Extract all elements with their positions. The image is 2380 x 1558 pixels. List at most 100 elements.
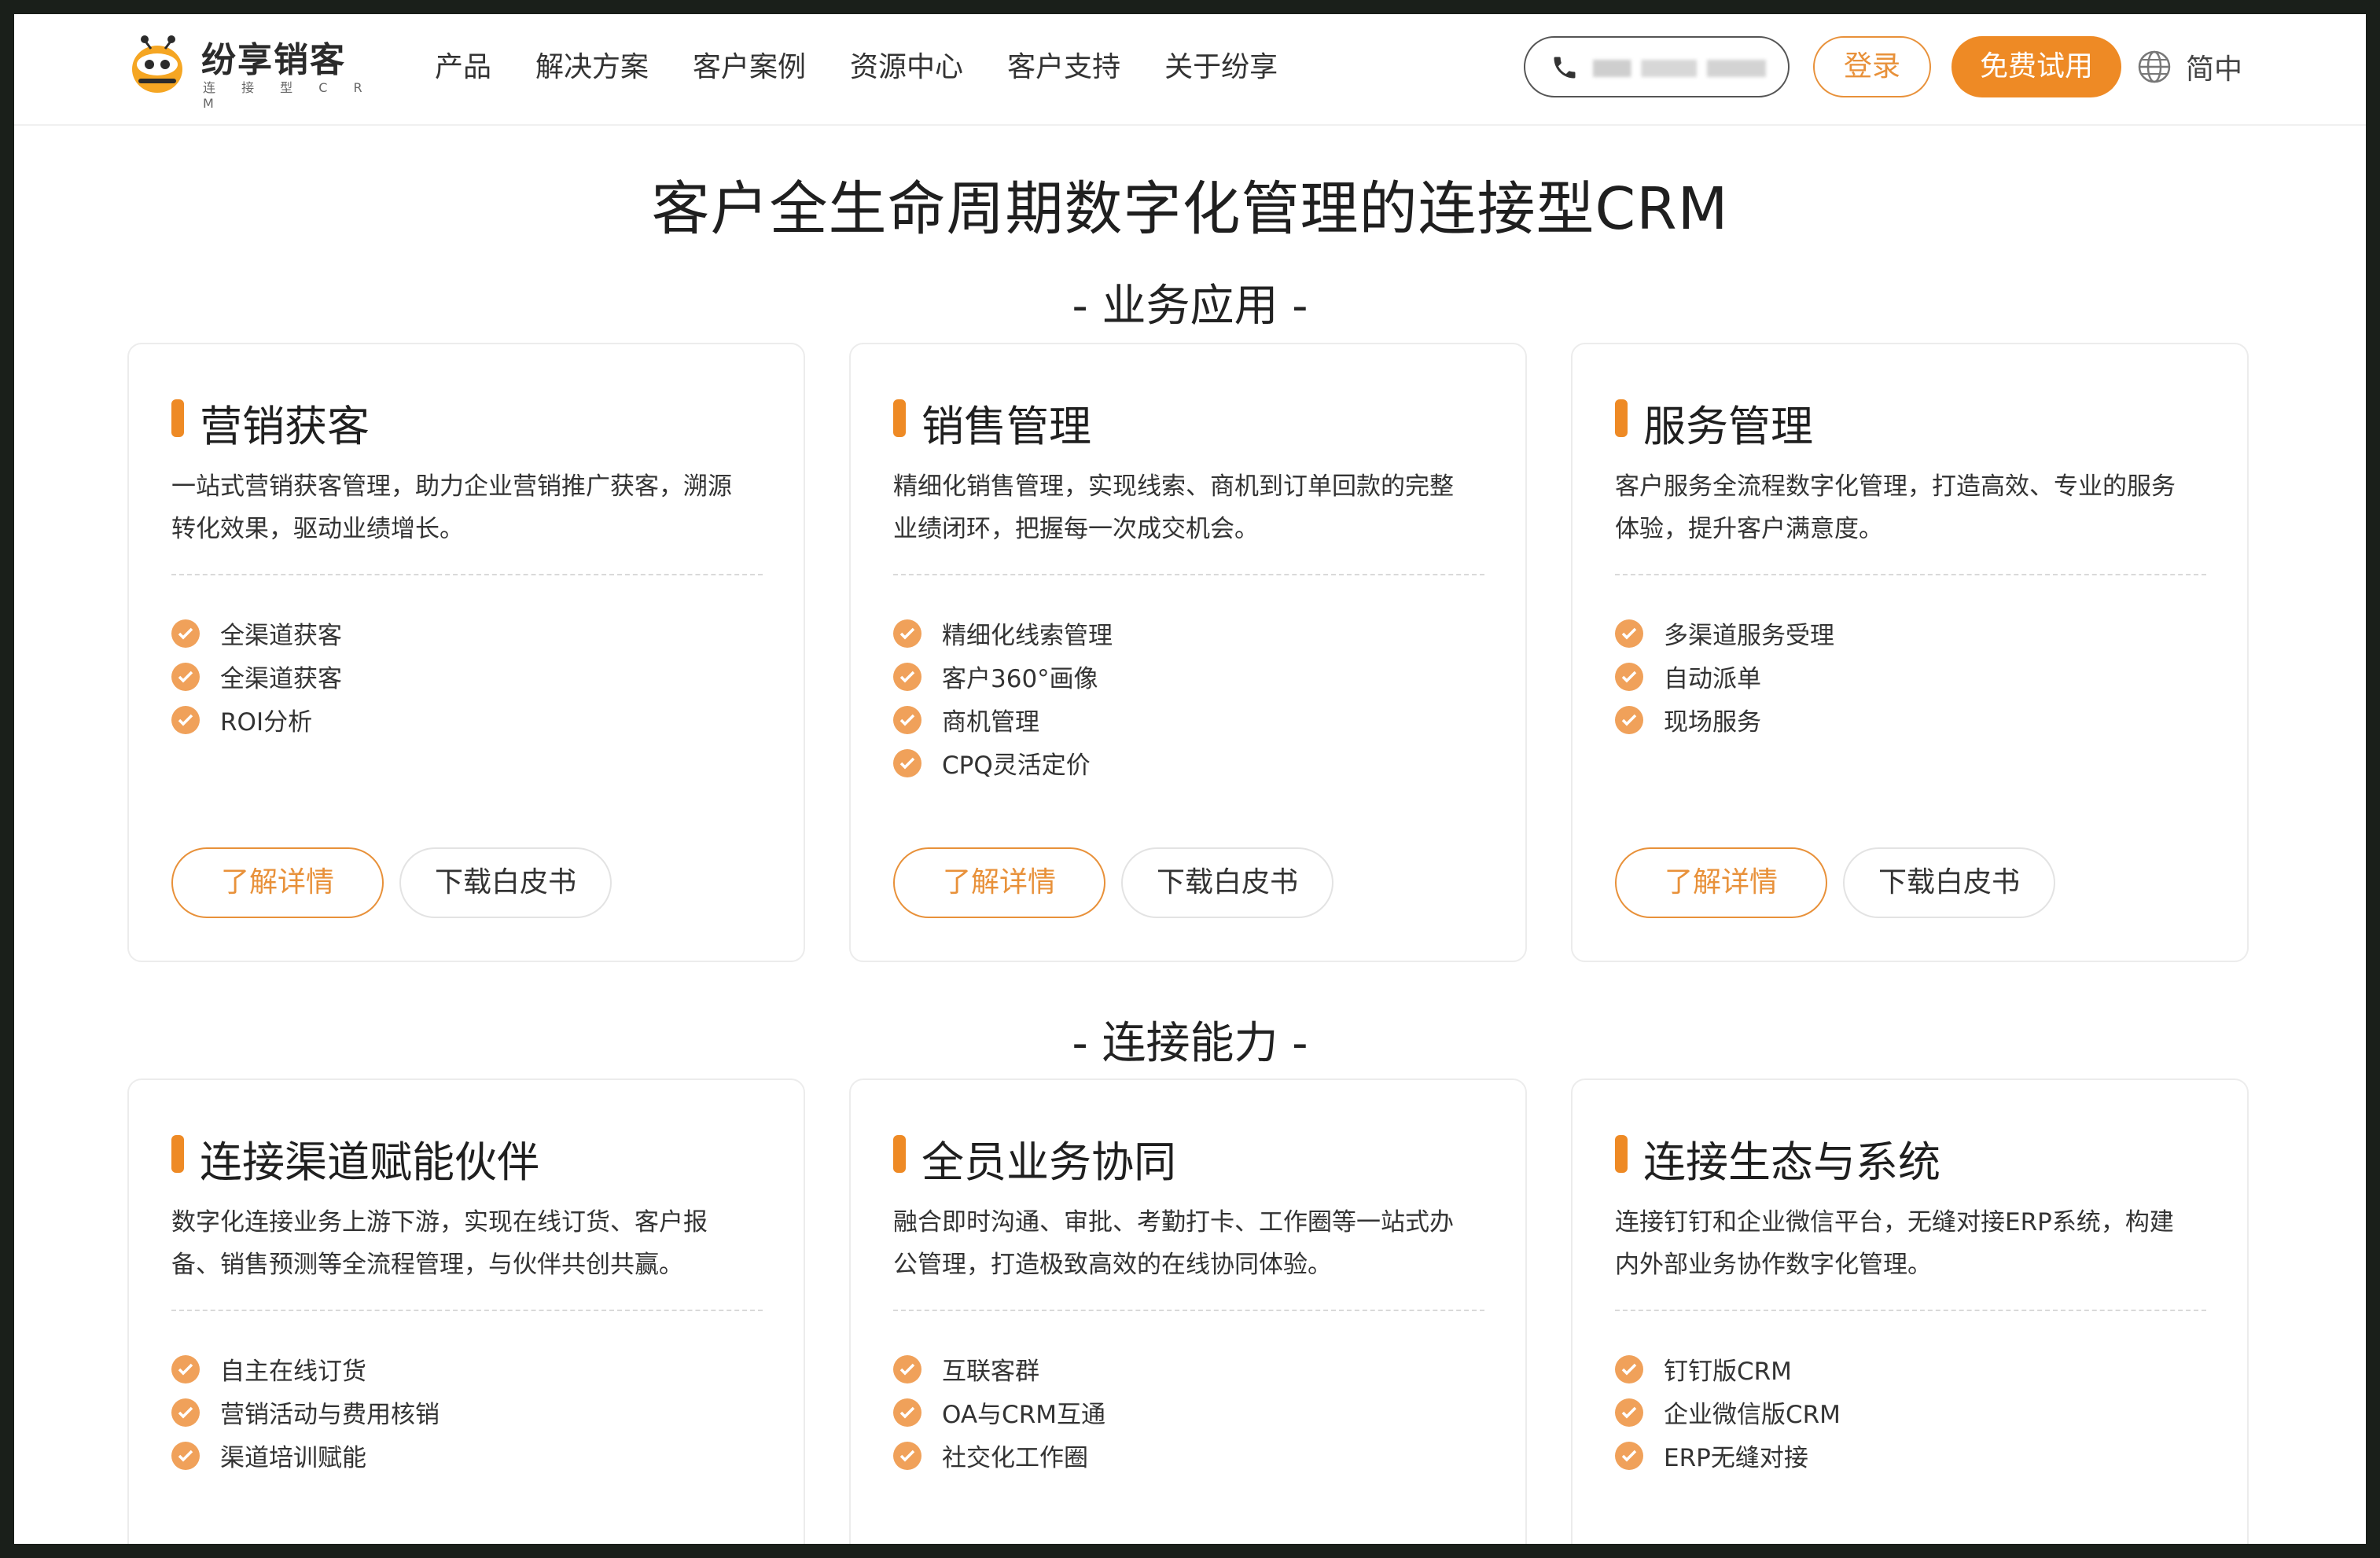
divider — [1615, 1310, 2206, 1311]
title-accent-bar — [893, 399, 906, 437]
card-description: 客户服务全流程数字化管理，打造高效、专业的服务体验，提升客户满意度。 — [1615, 472, 2176, 543]
list-item: 全渠道获客 — [171, 655, 342, 698]
list-item: 企业微信版CRM — [1615, 1391, 1841, 1434]
card-title: 销售管理 — [921, 402, 1091, 451]
feature-list: 多渠道服务受理 自动派单 现场服务 — [1615, 612, 1834, 741]
nav-item-solutions[interactable]: 解决方案 — [535, 36, 649, 99]
check-icon — [1615, 662, 1643, 691]
list-item: 自主在线订货 — [171, 1347, 440, 1391]
nav-item-cases[interactable]: 客户案例 — [693, 36, 806, 99]
list-item: 现场服务 — [1615, 698, 1834, 741]
card-ecosystem: 连接生态与系统 连接钉钉和企业微信平台，无缝对接ERP系统，构建内外部业务协作数… — [1571, 1078, 2249, 1544]
top-header: 纷享销客 连 接 型 C R M 产品 解决方案 客户案例 资源中心 客户支持 … — [14, 14, 2366, 126]
card-description: 数字化连接业务上游下游，实现在线订货、客户报备、销售预测等全流程管理，与伙伴共创… — [171, 1208, 708, 1279]
main-nav: 产品 解决方案 客户案例 资源中心 客户支持 关于纷享 — [435, 36, 1322, 99]
divider — [171, 1310, 763, 1311]
feature-list: 互联客群 OA与CRM互通 社交化工作圈 — [893, 1347, 1105, 1477]
card-description: 融合即时沟通、审批、考勤打卡、工作圈等一站式办公管理，打造极致高效的在线协同体验… — [893, 1208, 1454, 1279]
browser-page: 纷享销客 连 接 型 C R M 产品 解决方案 客户案例 资源中心 客户支持 … — [14, 14, 2366, 1544]
divider — [1615, 574, 2206, 575]
logo-text: 纷享销客 — [201, 40, 346, 80]
list-item: ERP无缝对接 — [1615, 1434, 1841, 1477]
card-sales: 销售管理 精细化销售管理，实现线索、商机到订单回款的完整业绩闭环，把握每一次成交… — [849, 343, 1527, 962]
card-channel-partners: 连接渠道赋能伙伴 数字化连接业务上游下游，实现在线订货、客户报备、销售预测等全流… — [127, 1078, 805, 1544]
check-icon — [171, 619, 200, 648]
section-title-connectivity: - 连接能力 - — [1072, 1018, 1308, 1069]
feature-list: 钉钉版CRM 企业微信版CRM ERP无缝对接 — [1615, 1347, 1841, 1477]
free-trial-button[interactable]: 免费试用 — [1951, 36, 2121, 97]
divider — [893, 1310, 1484, 1311]
check-icon — [1615, 619, 1643, 648]
nav-item-resources[interactable]: 资源中心 — [850, 36, 963, 99]
list-item: 全渠道获客 — [171, 612, 342, 655]
list-item: 商机管理 — [893, 698, 1113, 741]
check-icon — [893, 1398, 921, 1427]
divider — [893, 574, 1484, 575]
card-title: 营销获客 — [200, 402, 370, 451]
nav-item-products[interactable]: 产品 — [435, 36, 491, 99]
nav-item-about[interactable]: 关于纷享 — [1164, 36, 1278, 99]
check-icon — [893, 1354, 921, 1383]
check-icon — [171, 1398, 200, 1427]
list-item: OA与CRM互通 — [893, 1391, 1105, 1434]
title-accent-bar — [171, 1135, 184, 1173]
list-item: 社交化工作圈 — [893, 1434, 1105, 1477]
login-button[interactable]: 登录 — [1813, 36, 1931, 97]
list-item: CPQ灵活定价 — [893, 741, 1113, 785]
download-whitepaper-button[interactable]: 下载白皮书 — [399, 847, 612, 918]
check-icon — [1615, 1441, 1643, 1470]
card-description: 精细化销售管理，实现线索、商机到订单回款的完整业绩闭环，把握每一次成交机会。 — [893, 472, 1454, 543]
check-icon — [1615, 1398, 1643, 1427]
page-title: 客户全生命周期数字化管理的连接型CRM — [651, 175, 1729, 243]
check-icon — [893, 662, 921, 691]
divider — [171, 574, 763, 575]
title-accent-bar — [893, 1135, 906, 1173]
title-accent-bar — [171, 399, 184, 437]
learn-more-button[interactable]: 了解详情 — [1615, 847, 1827, 918]
card-title: 服务管理 — [1643, 402, 1813, 451]
title-accent-bar — [1615, 399, 1628, 437]
card-title: 全员业务协同 — [921, 1137, 1176, 1187]
globe-icon — [2138, 50, 2171, 83]
card-description: 连接钉钉和企业微信平台，无缝对接ERP系统，构建内外部业务协作数字化管理。 — [1615, 1208, 2174, 1279]
section-title-business: - 业务应用 - — [1072, 281, 1308, 332]
list-item: 客户360°画像 — [893, 655, 1113, 698]
check-icon — [1615, 1354, 1643, 1383]
list-item: 精细化线索管理 — [893, 612, 1113, 655]
title-accent-bar — [1615, 1135, 1628, 1173]
phone-icon — [1554, 57, 1576, 79]
check-icon — [893, 748, 921, 777]
card-title: 连接渠道赋能伙伴 — [200, 1137, 539, 1187]
check-icon — [171, 705, 200, 734]
check-icon — [171, 1354, 200, 1383]
learn-more-button[interactable]: 了解详情 — [171, 847, 384, 918]
list-item: 自动派单 — [1615, 655, 1834, 698]
card-marketing: 营销获客 一站式营销获客管理，助力企业营销推广获客，溯源转化效果，驱动业绩增长。… — [127, 343, 805, 962]
card-description: 一站式营销获客管理，助力企业营销推广获客，溯源转化效果，驱动业绩增长。 — [171, 472, 732, 543]
feature-list: 全渠道获客 全渠道获客 ROI分析 — [171, 612, 342, 741]
logo[interactable]: 纷享销客 连 接 型 C R M — [124, 24, 376, 111]
check-icon — [171, 1441, 200, 1470]
card-service: 服务管理 客户服务全流程数字化管理，打造高效、专业的服务体验，提升客户满意度。 … — [1571, 343, 2249, 962]
card-collaboration: 全员业务协同 融合即时沟通、审批、考勤打卡、工作圈等一站式办公管理，打造极致高效… — [849, 1078, 1527, 1544]
check-icon — [1615, 705, 1643, 734]
nav-item-support[interactable]: 客户支持 — [1007, 36, 1120, 99]
download-whitepaper-button[interactable]: 下载白皮书 — [1843, 847, 2055, 918]
card-title: 连接生态与系统 — [1643, 1137, 1940, 1187]
check-icon — [893, 705, 921, 734]
list-item: 互联客群 — [893, 1347, 1105, 1391]
list-item: 营销活动与费用核销 — [171, 1391, 440, 1434]
list-item: 多渠道服务受理 — [1615, 612, 1834, 655]
feature-list: 自主在线订货 营销活动与费用核销 渠道培训赋能 — [171, 1347, 440, 1477]
learn-more-button[interactable]: 了解详情 — [893, 847, 1105, 918]
phone-contact-button[interactable] — [1524, 36, 1790, 97]
language-switcher[interactable]: 简中 — [2137, 36, 2242, 97]
list-item: 渠道培训赋能 — [171, 1434, 440, 1477]
download-whitepaper-button[interactable]: 下载白皮书 — [1121, 847, 1333, 918]
feature-list: 精细化线索管理 客户360°画像 商机管理 CPQ灵活定价 — [893, 612, 1113, 785]
bee-logo-icon — [132, 35, 182, 93]
phone-number-redacted — [1593, 60, 1766, 77]
check-icon — [893, 619, 921, 648]
check-icon — [893, 1441, 921, 1470]
logo-subtitle: 连 接 型 C R M — [203, 80, 373, 111]
